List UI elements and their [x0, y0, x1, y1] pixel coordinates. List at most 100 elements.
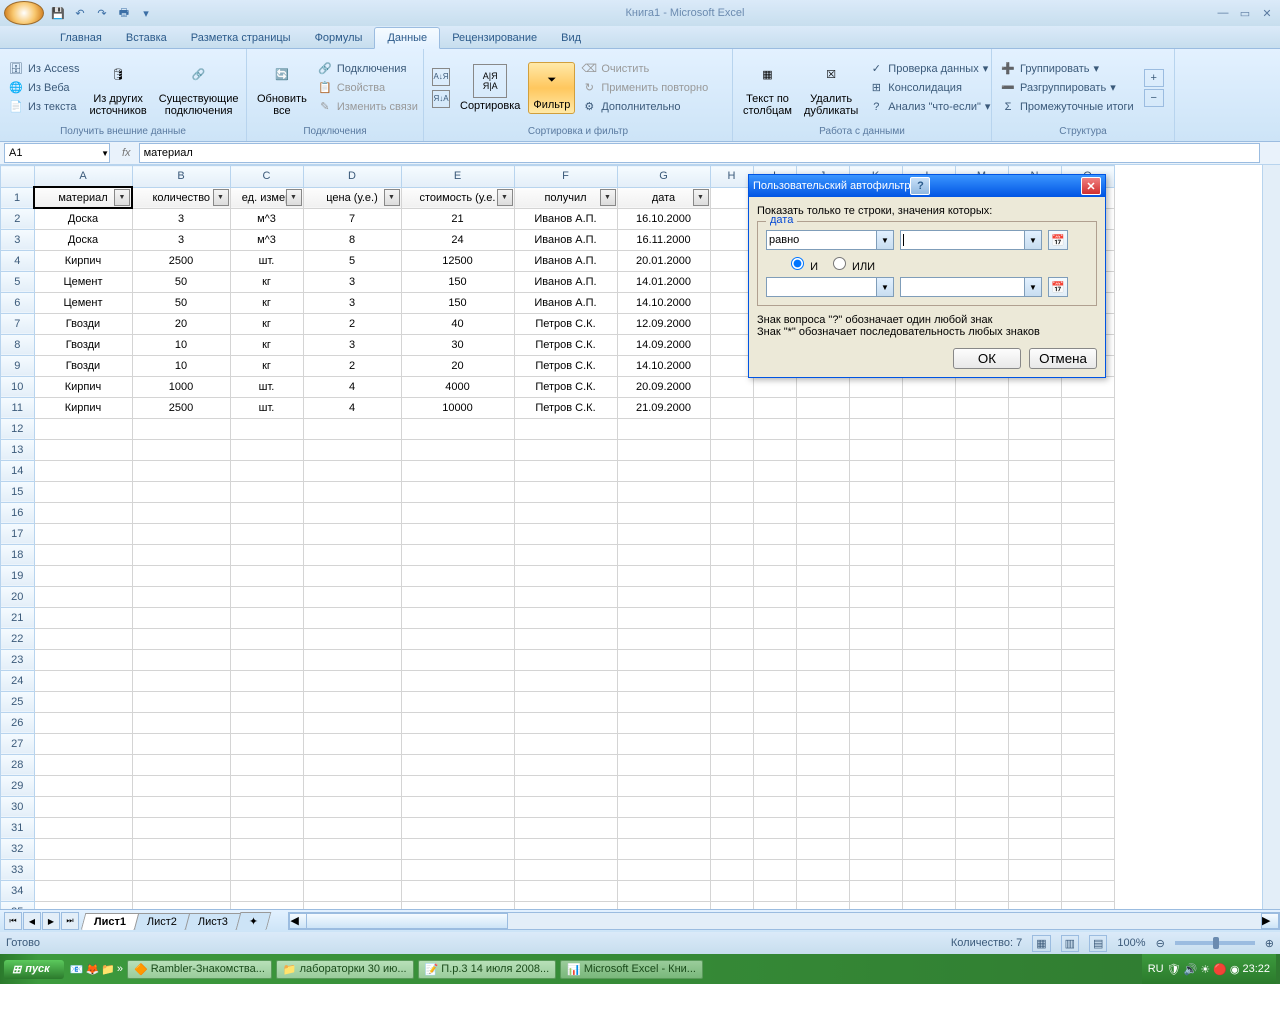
cell[interactable] — [710, 607, 753, 628]
cell[interactable] — [849, 439, 902, 460]
cell[interactable] — [753, 817, 796, 838]
cell[interactable] — [132, 502, 230, 523]
cell[interactable] — [796, 502, 849, 523]
cell[interactable] — [514, 796, 617, 817]
from-text-button[interactable]: 📄Из текста — [6, 98, 81, 116]
cell[interactable] — [753, 628, 796, 649]
cell[interactable] — [514, 460, 617, 481]
cell[interactable] — [617, 733, 710, 754]
cell[interactable] — [617, 901, 710, 909]
cell[interactable]: 3 — [132, 229, 230, 250]
connections-button[interactable]: 🔗Подключения — [315, 60, 420, 78]
zoom-label[interactable]: 100% — [1117, 937, 1145, 949]
cell[interactable] — [230, 607, 303, 628]
or-radio[interactable]: ИЛИ — [828, 254, 875, 273]
cell[interactable]: м^3 — [230, 208, 303, 229]
cell[interactable] — [902, 397, 955, 418]
cell[interactable] — [514, 901, 617, 909]
other-sources-button[interactable]: 🛢Из других источников — [85, 57, 150, 119]
cell[interactable] — [849, 565, 902, 586]
cell[interactable] — [710, 250, 753, 271]
cell[interactable] — [401, 418, 514, 439]
filter-dropdown-icon[interactable]: ▼ — [213, 189, 229, 206]
cell[interactable] — [34, 544, 132, 565]
cell[interactable] — [1008, 376, 1061, 397]
row-header[interactable]: 32 — [1, 838, 35, 859]
cell[interactable] — [1008, 691, 1061, 712]
cell[interactable] — [132, 796, 230, 817]
cell[interactable] — [1061, 817, 1114, 838]
cell[interactable]: Гвозди — [34, 334, 132, 355]
row-header[interactable]: 15 — [1, 481, 35, 502]
cell[interactable]: 24 — [401, 229, 514, 250]
show-detail-button[interactable]: + — [1144, 69, 1164, 87]
cell[interactable] — [849, 502, 902, 523]
cell[interactable]: ед. измер▼ — [230, 187, 303, 208]
cell[interactable] — [1061, 880, 1114, 901]
cell[interactable]: 4000 — [401, 376, 514, 397]
select-all-corner[interactable] — [1, 166, 35, 188]
filter-button[interactable]: ⏷Фильтр — [528, 62, 575, 114]
cell[interactable] — [1061, 754, 1114, 775]
office-button[interactable] — [4, 1, 44, 25]
cell[interactable] — [955, 838, 1008, 859]
ok-button[interactable]: ОК — [953, 348, 1021, 369]
cell[interactable] — [303, 418, 401, 439]
cell[interactable] — [710, 313, 753, 334]
cell[interactable] — [230, 754, 303, 775]
cell[interactable] — [34, 607, 132, 628]
cell[interactable] — [710, 817, 753, 838]
cell[interactable] — [1061, 859, 1114, 880]
cell[interactable] — [1008, 481, 1061, 502]
cell[interactable] — [753, 481, 796, 502]
cell[interactable]: 2500 — [132, 397, 230, 418]
cell[interactable] — [955, 502, 1008, 523]
cell[interactable] — [902, 523, 955, 544]
cell[interactable] — [34, 838, 132, 859]
filter-dropdown-icon[interactable]: ▼ — [114, 189, 130, 206]
cell[interactable] — [514, 544, 617, 565]
cell[interactable] — [1008, 754, 1061, 775]
maximize-icon[interactable]: ▭ — [1236, 6, 1254, 20]
cell[interactable] — [1061, 670, 1114, 691]
row-header[interactable]: 5 — [1, 271, 35, 292]
cell[interactable] — [132, 565, 230, 586]
cell[interactable] — [617, 691, 710, 712]
cell[interactable] — [955, 775, 1008, 796]
cell[interactable]: 21.09.2000 — [617, 397, 710, 418]
cell[interactable] — [710, 712, 753, 733]
cell[interactable] — [710, 271, 753, 292]
cell[interactable] — [902, 502, 955, 523]
tab-insert[interactable]: Вставка — [114, 28, 179, 48]
tab-review[interactable]: Рецензирование — [440, 28, 549, 48]
cell[interactable] — [514, 523, 617, 544]
cell[interactable] — [230, 586, 303, 607]
cell[interactable] — [230, 712, 303, 733]
cell[interactable] — [514, 565, 617, 586]
cell[interactable] — [1061, 586, 1114, 607]
cell[interactable] — [710, 502, 753, 523]
cell[interactable] — [514, 817, 617, 838]
sheet-tab[interactable]: Лист3 — [185, 913, 242, 930]
cell[interactable] — [849, 712, 902, 733]
cell[interactable] — [617, 775, 710, 796]
redo-icon[interactable]: ↷ — [92, 3, 112, 23]
cell[interactable] — [955, 481, 1008, 502]
row-header[interactable]: 30 — [1, 796, 35, 817]
new-sheet-button[interactable]: ✦ — [236, 912, 272, 930]
cell[interactable] — [1008, 607, 1061, 628]
cell[interactable] — [849, 838, 902, 859]
minimize-icon[interactable]: — — [1214, 6, 1232, 20]
cell[interactable] — [617, 880, 710, 901]
cell[interactable] — [514, 628, 617, 649]
from-web-button[interactable]: 🌐Из Веба — [6, 79, 81, 97]
cell[interactable] — [132, 523, 230, 544]
cell[interactable]: 3 — [303, 271, 401, 292]
row-header[interactable]: 22 — [1, 628, 35, 649]
cell[interactable] — [230, 502, 303, 523]
cell[interactable] — [303, 544, 401, 565]
cell[interactable] — [710, 796, 753, 817]
row-header[interactable]: 27 — [1, 733, 35, 754]
cell[interactable] — [132, 817, 230, 838]
cell[interactable] — [401, 586, 514, 607]
